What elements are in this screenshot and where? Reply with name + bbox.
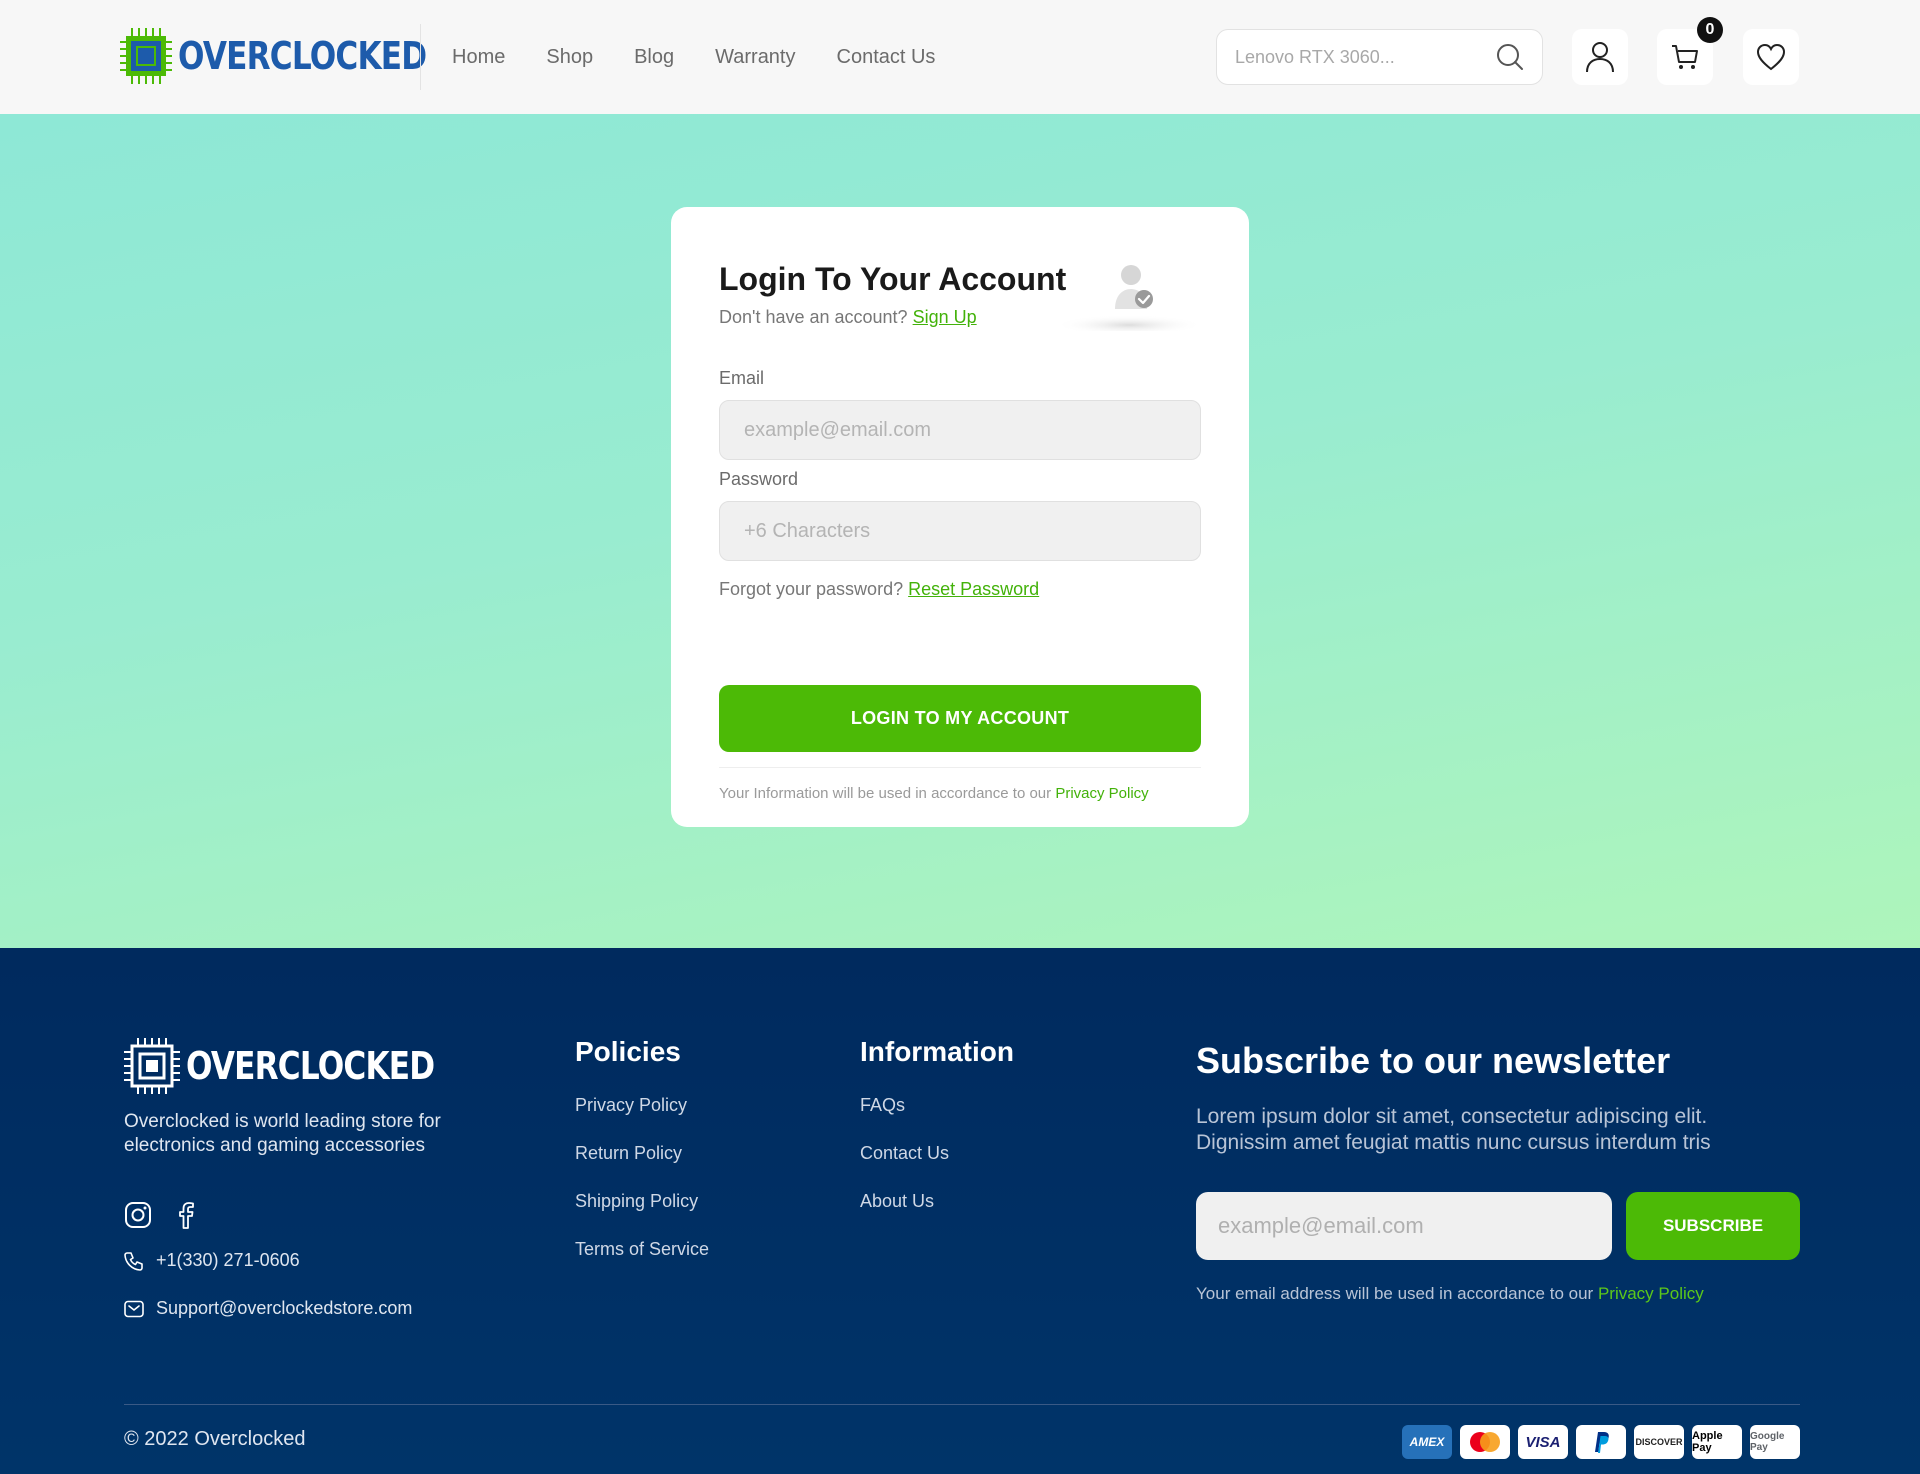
header-divider [420, 24, 421, 90]
copyright-text: © 2022 Overclocked [124, 1428, 306, 1450]
nav-home[interactable]: Home [452, 46, 505, 69]
policies-title: Policies [575, 1036, 681, 1067]
google-pay-label: Google Pay [1750, 1431, 1785, 1453]
cart-count-badge: 0 [1697, 17, 1723, 43]
discover-icon: DISCOVER [1634, 1425, 1684, 1459]
search-box [1216, 29, 1543, 85]
wishlist-button[interactable] [1743, 29, 1799, 85]
site-header: OVERCLOCKED Home Shop Blog Warranty Cont… [0, 0, 1920, 114]
forgot-password-line: Forgot your password? Reset Password [719, 579, 1039, 600]
login-title: Login To Your Account [719, 261, 1067, 297]
reset-password-link[interactable]: Reset Password [908, 579, 1039, 599]
footer-divider [124, 1404, 1800, 1405]
amex-icon: AMEX [1402, 1425, 1452, 1459]
privacy-policy-link[interactable]: Privacy Policy [1055, 785, 1148, 802]
amex-label: AMEX [1409, 1435, 1445, 1449]
instagram-icon[interactable] [124, 1201, 152, 1229]
newsletter-title: Subscribe to our newsletter [1196, 1040, 1671, 1081]
mastercard-icon [1460, 1425, 1510, 1459]
mastercard-logo [1470, 1432, 1500, 1452]
footer-link-about-us[interactable]: About Us [860, 1191, 934, 1212]
mail-icon [124, 1300, 144, 1317]
information-title: Information [860, 1036, 1014, 1067]
facebook-icon[interactable] [172, 1201, 200, 1229]
discover-label: DISCOVER [1635, 1437, 1683, 1447]
paypal-logo [1595, 1432, 1609, 1453]
forgot-password-text: Forgot your password? [719, 579, 904, 599]
newsletter-description: Lorem ipsum dolor sit amet, consectetur … [1196, 1105, 1711, 1154]
signup-prompt-text: Don't have an account? [719, 307, 908, 327]
newsletter-privacy-link[interactable]: Privacy Policy [1598, 1284, 1704, 1303]
visa-icon: VISA [1518, 1425, 1568, 1459]
footer-link-faqs[interactable]: FAQs [860, 1095, 905, 1116]
email-field[interactable] [719, 400, 1201, 460]
visa-label: VISA [1525, 1433, 1561, 1451]
site-logo-text: OVERCLOCKED [178, 34, 427, 78]
paypal-icon [1576, 1425, 1626, 1459]
footer-phone[interactable]: +1(330) 271-0606 [124, 1250, 300, 1271]
chip-logo-icon [120, 28, 172, 84]
newsletter-email-input[interactable] [1196, 1192, 1612, 1260]
footer-phone-text: +1(330) 271-0606 [156, 1250, 300, 1270]
email-label: Email [719, 368, 765, 388]
footer-description: Overclocked is world leading store for e… [124, 1111, 441, 1156]
apple-pay-icon: Apple Pay [1692, 1425, 1742, 1459]
user-icon [1586, 42, 1614, 73]
login-card: Login To Your Account Don't have an acco… [671, 207, 1249, 827]
account-button[interactable] [1572, 29, 1628, 85]
site-logo[interactable]: OVERCLOCKED [120, 26, 481, 86]
subscribe-button[interactable]: SUBSCRIBE [1626, 1192, 1800, 1260]
main-nav: Home Shop Blog Warranty Contact Us [452, 0, 935, 114]
heart-icon [1756, 43, 1786, 71]
login-button[interactable]: LOGIN TO MY ACCOUNT [719, 685, 1201, 752]
site-footer: OVERCLOCKED Overclocked is world leading… [0, 948, 1920, 1474]
privacy-note-text: Your Information will be used in accorda… [719, 785, 1052, 802]
google-pay-icon: Google Pay [1750, 1425, 1800, 1459]
search-input[interactable] [1235, 46, 1496, 68]
footer-link-return-policy[interactable]: Return Policy [575, 1143, 682, 1164]
signup-prompt: Don't have an account? Sign Up [719, 307, 977, 328]
footer-link-shipping-policy[interactable]: Shipping Policy [575, 1191, 698, 1212]
user-verified-icon [1055, 265, 1201, 331]
password-label: Password [719, 469, 799, 489]
signup-link[interactable]: Sign Up [913, 307, 977, 327]
search-icon[interactable] [1496, 43, 1524, 71]
nav-contact-us[interactable]: Contact Us [837, 46, 936, 69]
nav-warranty[interactable]: Warranty [715, 46, 795, 69]
nav-shop[interactable]: Shop [546, 46, 593, 69]
nav-blog[interactable]: Blog [634, 46, 674, 69]
newsletter-note: Your email address will be used in accor… [1196, 1284, 1704, 1304]
footer-logo[interactable]: OVERCLOCKED [124, 1036, 489, 1096]
password-field[interactable] [719, 501, 1201, 561]
card-divider [719, 767, 1201, 768]
newsletter-note-text: Your email address will be used in accor… [1196, 1284, 1594, 1303]
footer-logo-text: OVERCLOCKED [186, 1044, 435, 1088]
footer-email[interactable]: Support@overclockedstore.com [124, 1298, 412, 1319]
apple-pay-label: Apple Pay [1692, 1430, 1723, 1454]
social-links [124, 1201, 200, 1229]
footer-link-privacy-policy[interactable]: Privacy Policy [575, 1095, 687, 1116]
cart-button[interactable]: 0 [1657, 17, 1723, 85]
cart-icon [1672, 45, 1698, 69]
footer-email-text: Support@overclockedstore.com [156, 1298, 413, 1318]
privacy-note: Your Information will be used in accorda… [719, 785, 1149, 802]
footer-link-terms-of-service[interactable]: Terms of Service [575, 1239, 709, 1260]
chip-logo-icon [124, 1038, 180, 1094]
login-hero: Login To Your Account Don't have an acco… [0, 114, 1920, 948]
phone-icon [124, 1251, 143, 1271]
footer-link-contact-us[interactable]: Contact Us [860, 1143, 949, 1164]
